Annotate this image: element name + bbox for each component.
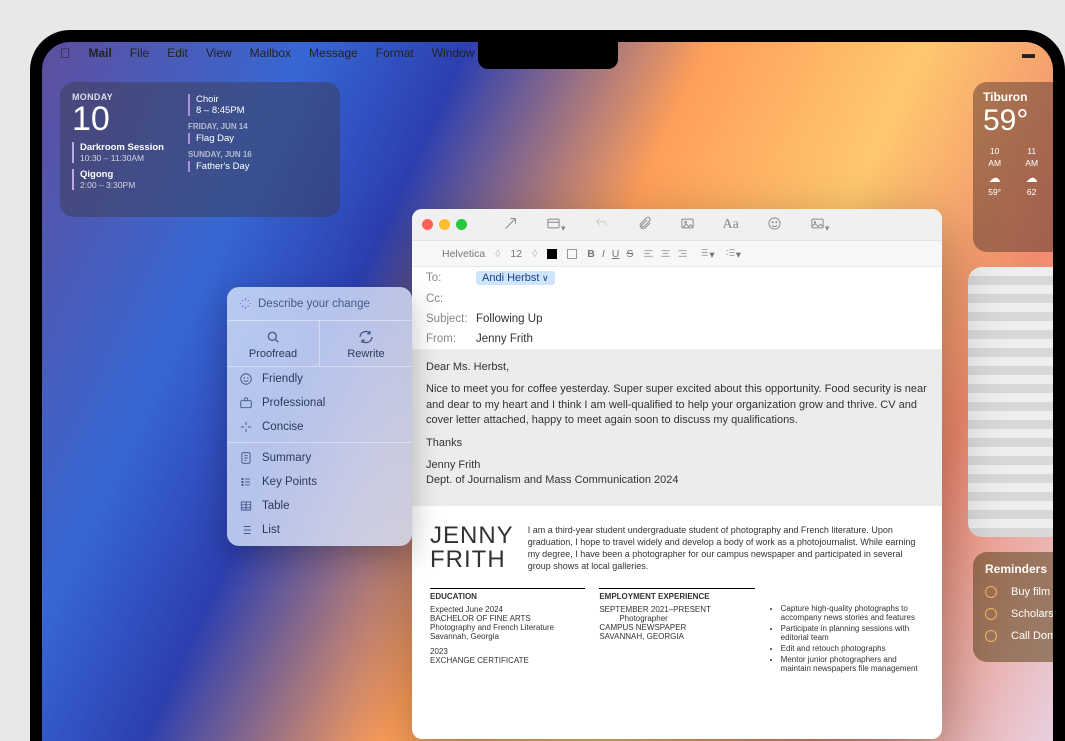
window-close-button[interactable] — [422, 219, 433, 230]
bold-button[interactable]: B — [587, 248, 595, 260]
align-center-icon[interactable] — [660, 248, 671, 259]
weather-location: Tiburon — [983, 90, 1043, 104]
attach-button[interactable] — [637, 216, 652, 234]
format-bar: Helvetica ◊ 12 ◊ B I U S ▾ ▾ — [412, 241, 942, 267]
list-button[interactable]: ▾ — [698, 247, 714, 261]
transform-table-item[interactable]: Table — [227, 494, 412, 518]
calendar-upcoming: Father's Day — [188, 161, 332, 172]
calendar-day-label: MONDAY — [72, 92, 168, 102]
list-icon — [239, 523, 253, 537]
menu-file[interactable]: File — [130, 46, 149, 60]
title-bar: ▾ Aa ▾ — [412, 209, 942, 241]
resume-bio: I am a third-year student undergraduate … — [528, 524, 924, 573]
bullets-icon — [239, 475, 253, 489]
resume-name: JENNY FRITH — [430, 524, 514, 573]
text-color-button[interactable] — [547, 249, 557, 259]
window-minimize-button[interactable] — [439, 219, 450, 230]
strike-button[interactable]: S — [626, 248, 633, 260]
menu-window[interactable]: Window — [432, 46, 475, 60]
smile-icon — [239, 372, 253, 386]
arrows-in-icon — [239, 420, 253, 434]
calendar-upcoming: Choir 8 – 8:45PM — [188, 94, 332, 116]
proofread-button[interactable]: Proofread — [227, 321, 319, 366]
resume-employment: EMPLOYMENT EXPERIENCE SEPTEMBER 2021–PRE… — [599, 588, 754, 675]
table-icon — [239, 499, 253, 513]
weather-temperature: 59° — [983, 104, 1043, 138]
bg-color-button[interactable] — [567, 249, 577, 259]
underline-button[interactable]: U — [612, 248, 620, 260]
media-button[interactable]: ▾ — [810, 216, 830, 234]
reminders-widget[interactable]: Reminders Buy film Scholars Call Dom — [973, 552, 1053, 662]
indent-button[interactable]: ▾ — [725, 247, 741, 261]
doc-lines-icon — [239, 451, 253, 465]
reminders-title: Reminders — [985, 562, 1041, 576]
weather-widget[interactable]: Tiburon 59° 10 AM59° 11 AM62 — [973, 82, 1053, 252]
menu-edit[interactable]: Edit — [167, 46, 188, 60]
reminder-item[interactable]: Scholars — [985, 608, 1041, 620]
calendar-upcoming-header: FRIDAY, JUN 14 — [188, 122, 332, 131]
menu-mail[interactable]: Mail — [89, 46, 112, 60]
emoji-button[interactable] — [767, 216, 782, 234]
weather-hour: 10 AM59° — [983, 146, 1006, 198]
weather-hour: 11 AM62 — [1020, 146, 1043, 198]
italic-button[interactable]: I — [602, 248, 605, 260]
search-text-icon — [265, 329, 281, 345]
insert-photo-button[interactable] — [680, 216, 695, 234]
format-button[interactable]: Aa — [723, 217, 739, 233]
menu-view[interactable]: View — [206, 46, 232, 60]
subject-field[interactable]: Subject: Following Up — [412, 309, 942, 329]
align-right-icon[interactable] — [677, 248, 688, 259]
calendar-date: 10 — [72, 102, 168, 136]
reminder-checkbox[interactable] — [985, 608, 997, 620]
cloud-icon — [1020, 170, 1043, 187]
briefcase-icon — [239, 396, 253, 410]
font-size-picker[interactable]: 12 — [510, 248, 522, 260]
sparkle-icon — [239, 297, 252, 310]
cloud-icon — [983, 170, 1006, 187]
tone-concise-item[interactable]: Concise — [227, 415, 412, 439]
send-button[interactable] — [503, 216, 518, 234]
calendar-upcoming-header: SUNDAY, JUN 16 — [188, 150, 332, 159]
tone-friendly-item[interactable]: Friendly — [227, 367, 412, 391]
writing-tools-popover: Describe your change Proofread Rewrite F… — [227, 287, 412, 546]
window-zoom-button[interactable] — [456, 219, 467, 230]
menu-mailbox[interactable]: Mailbox — [250, 46, 291, 60]
recipient-token[interactable]: Andi Herbst — [476, 271, 555, 285]
mail-compose-window: ▾ Aa ▾ Helvetica ◊ 12 ◊ B I — [412, 209, 942, 739]
from-field[interactable]: From: Jenny Frith — [412, 329, 942, 349]
transform-summary-item[interactable]: Summary — [227, 446, 412, 470]
transform-list-item[interactable]: List — [227, 518, 412, 542]
menu-message[interactable]: Message — [309, 46, 358, 60]
photo-widget[interactable] — [968, 267, 1053, 537]
calendar-widget[interactable]: MONDAY 10 Darkroom Session 10:30 – 11:30… — [60, 82, 340, 217]
message-body[interactable]: Dear Ms. Herbst, Nice to meet you for co… — [412, 350, 942, 506]
calendar-upcoming: Flag Day — [188, 133, 332, 144]
cc-field[interactable]: Cc: — [412, 289, 942, 309]
calendar-event: Darkroom Session 10:30 – 11:30AM — [72, 142, 168, 163]
reminder-item[interactable]: Buy film — [985, 586, 1041, 598]
reminder-checkbox[interactable] — [985, 630, 997, 642]
resume-education: EDUCATION Expected June 2024 BACHELOR OF… — [430, 588, 585, 675]
font-family-picker[interactable]: Helvetica — [442, 248, 485, 260]
align-left-icon[interactable] — [643, 248, 654, 259]
describe-change-field[interactable]: Describe your change — [227, 287, 412, 321]
reply-button — [594, 216, 609, 234]
to-field[interactable]: To: Andi Herbst — [412, 267, 942, 289]
reminder-item[interactable]: Call Dom — [985, 630, 1041, 642]
menubar-status-area: ▬ — [1022, 46, 1035, 61]
rewrite-button[interactable]: Rewrite — [319, 321, 412, 366]
transform-keypoints-item[interactable]: Key Points — [227, 470, 412, 494]
resume-bullets: Capture high-quality photographs to acco… — [769, 588, 924, 675]
reminder-checkbox[interactable] — [985, 586, 997, 598]
menu-format[interactable]: Format — [376, 46, 414, 60]
tone-professional-item[interactable]: Professional — [227, 391, 412, 415]
calendar-event: Qigong 2:00 – 3:30PM — [72, 169, 168, 190]
arrows-circle-icon — [358, 329, 374, 345]
apple-menu-icon[interactable] — [60, 45, 71, 61]
from-value: Jenny Frith — [476, 333, 533, 345]
subject-value: Following Up — [476, 313, 542, 325]
resume-attachment: JENNY FRITH I am a third-year student un… — [412, 506, 942, 739]
battery-icon: ▬ — [1022, 46, 1035, 61]
header-fields-button[interactable]: ▾ — [546, 216, 566, 234]
